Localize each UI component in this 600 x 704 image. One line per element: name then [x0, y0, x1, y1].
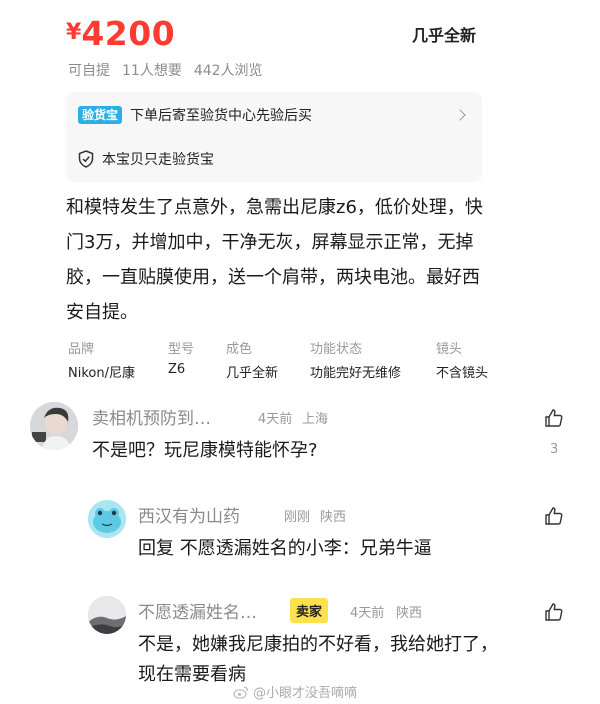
inspection-panel[interactable]: 验货宝 下单后寄至验货中心先验后买 本宝贝只走验货宝: [66, 92, 482, 182]
spec-table: 品牌 Nikon/尼康 型号 Z6 成色 几乎全新 功能状态 功能完好无维修 镜…: [66, 338, 496, 382]
spec-value: 不含镜头: [436, 366, 489, 381]
inspection-text: 下单后寄至验货中心先验后买: [130, 108, 313, 124]
currency-symbol: ¥: [66, 20, 82, 45]
wants-count: 11人想要: [122, 63, 182, 79]
commenter-name[interactable]: 不愿透漏姓名…: [138, 598, 257, 623]
avatar[interactable]: [30, 402, 78, 450]
spec-model: 型号 Z6: [168, 338, 194, 377]
landscape-avatar-icon: [88, 596, 126, 634]
comment-time: 4天前: [350, 606, 385, 621]
comment-time: 4天前: [258, 412, 293, 427]
weibo-logo-icon: [233, 685, 249, 699]
comment-location: 陕西: [396, 606, 423, 621]
spec-label: 镜头: [436, 342, 463, 357]
price-row: ¥4200 几乎全新: [66, 14, 486, 58]
spec-value: 几乎全新: [226, 366, 279, 381]
inspection-link[interactable]: 验货宝 下单后寄至验货中心先验后买: [78, 104, 470, 126]
comment-text: 不是吧？玩尼康模特能怀孕?: [92, 440, 318, 461]
shield-check-icon: [78, 150, 94, 168]
comment-location: 陕西: [320, 510, 347, 525]
like-count: 3: [550, 442, 559, 457]
inspection-note-row: 本宝贝只走验货宝: [78, 148, 470, 170]
pickup-label: 可自提: [68, 63, 110, 79]
price-value: 4200: [81, 14, 176, 53]
views-count: 442人浏览: [193, 63, 263, 79]
price: ¥4200: [66, 14, 175, 53]
spec-condition: 成色 几乎全新: [226, 338, 278, 381]
avatar[interactable]: [88, 500, 126, 538]
spec-value: Nikon/尼康: [68, 366, 135, 381]
spec-label: 品牌: [68, 342, 95, 357]
commenter-name[interactable]: 西汉有为山药: [138, 502, 240, 527]
thumbs-up-icon[interactable]: [544, 506, 564, 526]
frog-avatar-icon: [88, 500, 126, 538]
spec-function: 功能状态 功能完好无维修: [310, 338, 401, 381]
spec-label: 型号: [168, 342, 195, 357]
spec-lens: 镜头 不含镜头: [436, 338, 488, 381]
reply-item: 不愿透漏姓名… 卖家 4天前 陕西 不是，她嫌我尼康拍的不好看，我给她打了，现在…: [0, 590, 600, 685]
comment-item: 卖相机预防到… 4天前 上海 不是吧？玩尼康模特能怀孕? 3: [0, 396, 600, 470]
spec-label: 功能状态: [310, 342, 363, 357]
comment-text: 不是，她嫌我尼康拍的不好看，我给她打了，现在需要看病: [138, 634, 498, 685]
comment-text: 回复 不愿透漏姓名的小李：兄弟牛逼: [138, 538, 432, 559]
spec-value: Z6: [168, 362, 186, 377]
thumbs-up-icon[interactable]: [544, 602, 564, 622]
spec-label: 成色: [226, 342, 253, 357]
chevron-right-icon: [454, 109, 466, 121]
inspection-badge: 验货宝: [78, 106, 123, 124]
spec-value: 功能完好无维修: [310, 366, 402, 381]
thumbs-up-icon[interactable]: [544, 408, 564, 428]
spec-brand: 品牌 Nikon/尼康: [68, 338, 135, 381]
seller-badge: 卖家: [290, 598, 329, 623]
comment-location: 上海: [302, 412, 329, 427]
item-description: 和模特发生了点意外，急需出尼康z6，低价处理，快门3万，并增加中，干净无灰，屏幕…: [66, 197, 483, 323]
comment-time: 刚刚: [284, 510, 311, 525]
reply-item: 西汉有为山药 刚刚 陕西 回复 不愿透漏姓名的小李：兄弟牛逼: [0, 494, 600, 564]
watermark: @小眼才没吾嘀嘀: [233, 682, 357, 701]
inspection-note: 本宝贝只走验货宝: [102, 152, 214, 168]
avatar-photo-icon: [30, 402, 78, 450]
condition-tag: 几乎全新: [407, 22, 481, 46]
avatar[interactable]: [88, 596, 126, 634]
watermark-text: @小眼才没吾嘀嘀: [253, 686, 358, 701]
commenter-name[interactable]: 卖相机预防到…: [92, 404, 211, 429]
listing-meta: 可自提 11人想要 442人浏览: [68, 60, 263, 80]
